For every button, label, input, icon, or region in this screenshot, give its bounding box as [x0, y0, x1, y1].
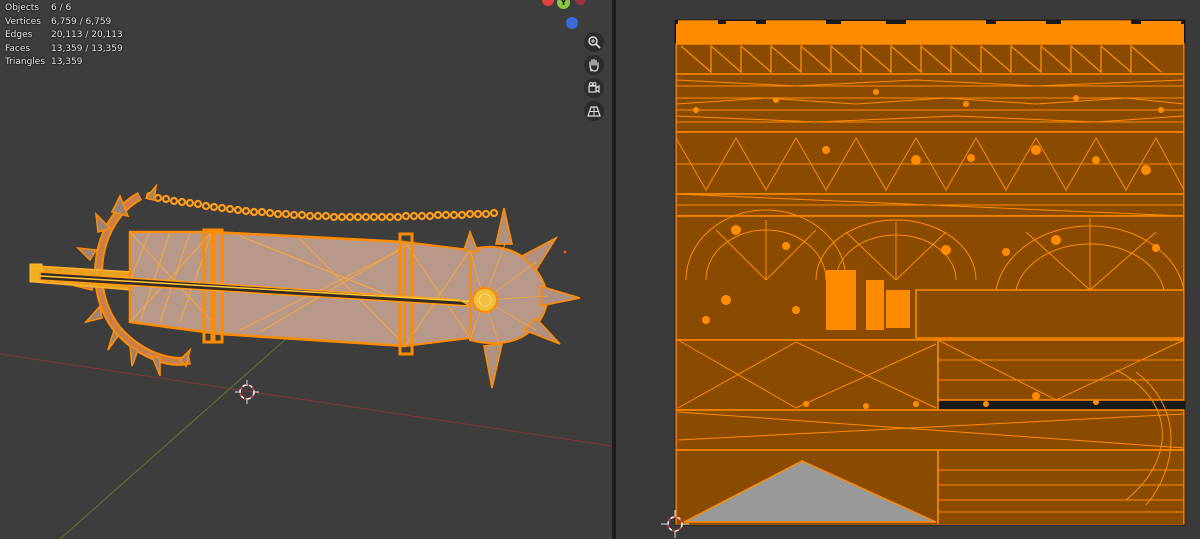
- pan-button[interactable]: [584, 55, 604, 75]
- zoom-icon: [588, 36, 601, 49]
- stat-faces: Faces 13,359 / 13,359: [5, 43, 123, 54]
- zoom-button[interactable]: [584, 32, 604, 52]
- grid-perspective-icon: [587, 106, 601, 117]
- keyblade-mesh[interactable]: [29, 183, 581, 389]
- 3d-cursor[interactable]: [235, 380, 259, 404]
- stat-edges: Edges 20,113 / 20,113: [5, 30, 123, 40]
- viewport-scene: [0, 183, 612, 539]
- 3d-viewport[interactable]: Objects 6 / 6 Vertices 6,759 / 6,759 Edges…: [0, 0, 612, 539]
- stat-objects: Objects 6 / 6: [5, 3, 72, 13]
- stat-triangles: Triangles 13,359: [5, 57, 83, 67]
- chain-links: [145, 191, 499, 222]
- statistics-overlay: Objects 6 / 6 Vertices 6,759 / 6,759 Edges…: [5, 2, 123, 70]
- blender-window: Objects 6 / 6 Vertices 6,759 / 6,759 Edges…: [0, 0, 1200, 539]
- hand-pan-icon: [589, 58, 599, 72]
- camera-view-button[interactable]: [584, 78, 604, 98]
- camera-view-icon: [588, 82, 600, 94]
- stat-vertices: Vertices 6,759 / 6,759: [5, 16, 112, 27]
- perspective-toggle-button[interactable]: [584, 101, 604, 121]
- uv-islands[interactable]: [675, 20, 1185, 525]
- uv-layout: [661, 19, 1186, 538]
- uv-editor[interactable]: [616, 0, 1200, 539]
- origin-dot: [563, 250, 567, 254]
- gizmo-z-axis[interactable]: [566, 17, 578, 29]
- center-gem: [472, 287, 498, 313]
- x-axis-line: [0, 353, 612, 447]
